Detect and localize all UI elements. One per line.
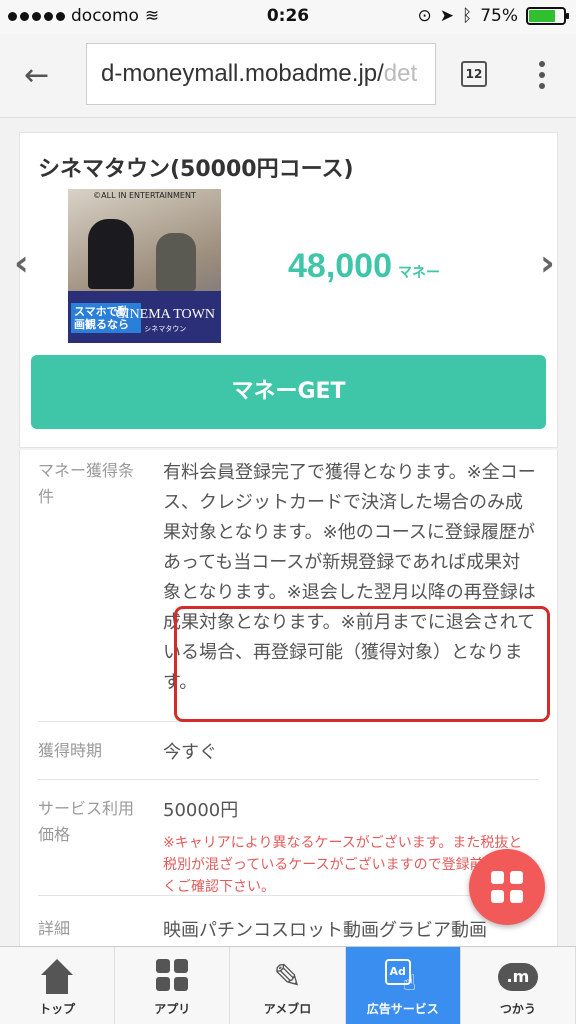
back-arrow-icon[interactable]: ← bbox=[24, 58, 64, 94]
chevron-right-icon[interactable]: › bbox=[540, 246, 562, 282]
detail-value: 今すぐ bbox=[163, 742, 217, 763]
banner-brand-kana: シネマタウン bbox=[144, 325, 187, 333]
detail-label: 獲得時期 bbox=[38, 741, 103, 760]
grid-icon bbox=[491, 871, 523, 903]
bluetooth-icon: ᛒ bbox=[462, 6, 473, 26]
apps-icon bbox=[154, 959, 190, 995]
price-value: 50000円 bbox=[163, 800, 239, 821]
banner-figure-girl bbox=[88, 219, 134, 289]
offer-card: シネマタウン(50000円コース) ©ALL IN ENTERTAINMENT … bbox=[19, 132, 558, 448]
detail-label: サービス利用価格 bbox=[38, 799, 135, 844]
nav-item-ad-service[interactable]: Ad ☝ 広告サービス bbox=[345, 947, 461, 1024]
pencil-icon: ✎ bbox=[273, 957, 302, 997]
home-icon bbox=[39, 959, 75, 995]
battery-percent: 75% bbox=[480, 6, 518, 26]
browser-toolbar: ← d-moneymall.mobadme.jp/det 12 bbox=[0, 34, 576, 118]
overflow-menu-icon[interactable] bbox=[530, 58, 554, 92]
battery-icon bbox=[526, 7, 569, 25]
bottom-nav: トップ アプリ ✎ アメブロ Ad ☝ 広告サービス .m つかう bbox=[0, 946, 576, 1024]
nav-item-apps[interactable]: アプリ bbox=[115, 947, 231, 1024]
banner-copyright: ©ALL IN ENTERTAINMENT bbox=[93, 191, 196, 200]
nav-item-ameblo[interactable]: ✎ アメブロ bbox=[230, 947, 346, 1024]
rotation-lock-icon: ⊙ bbox=[417, 6, 432, 26]
ad-touch-icon: Ad ☝ bbox=[384, 959, 421, 996]
nav-item-top[interactable]: トップ bbox=[0, 947, 116, 1024]
money-get-button[interactable]: マネーGET bbox=[31, 355, 546, 429]
nav-label: アプリ bbox=[154, 1002, 191, 1016]
money-coin-icon: .m bbox=[497, 959, 538, 995]
reward-amount-value: 48,000 bbox=[288, 247, 392, 285]
reward-amount-unit: マネー bbox=[398, 265, 440, 281]
detail-row-price: サービス利用価格 50000円 ※キャリアにより異なるケースがございます。また税… bbox=[38, 780, 538, 896]
nav-label: つかう bbox=[499, 1002, 536, 1016]
url-text-faded: det bbox=[383, 60, 418, 87]
detail-row-condition: マネー獲得条件 有料会員登録完了で獲得となります。※全コース、クレジットカードで… bbox=[38, 458, 550, 722]
url-field[interactable]: d-moneymall.mobadme.jp/det bbox=[86, 43, 436, 105]
detail-value: 映画パチンコスロット動画グラビア動画 bbox=[163, 920, 487, 941]
banner-brand: CINEMA TOWN シネマタウン bbox=[116, 307, 215, 337]
tab-count-button[interactable]: 12 bbox=[461, 61, 487, 87]
nav-item-use[interactable]: .m つかう bbox=[461, 947, 576, 1024]
location-icon: ➤ bbox=[439, 6, 454, 26]
offer-banner-image[interactable]: ©ALL IN ENTERTAINMENT スマホで動画観るなら CINEMA … bbox=[68, 189, 221, 343]
url-text: d-moneymall.mobadme.jp/ bbox=[101, 60, 384, 87]
nav-label: トップ bbox=[39, 1002, 76, 1016]
chevron-left-icon[interactable]: ‹ bbox=[14, 246, 36, 282]
detail-label: 詳細 bbox=[38, 919, 71, 938]
banner-figure-man bbox=[156, 233, 196, 291]
banner-brand-name: CINEMA TOWN bbox=[115, 307, 215, 322]
nav-label: 広告サービス bbox=[366, 1002, 439, 1016]
status-bar: docomo ≋ 0:26 ⊙ ➤ ᛒ 75% bbox=[0, 0, 576, 34]
nav-label: アメブロ bbox=[263, 1002, 312, 1016]
detail-row-timing: 獲得時期 今すぐ bbox=[38, 722, 538, 780]
highlight-box bbox=[174, 606, 550, 722]
reward-amount: 48,000 マネー bbox=[288, 247, 440, 286]
detail-label: マネー獲得条件 bbox=[38, 461, 135, 506]
offer-title: シネマタウン(50000円コース) bbox=[38, 157, 354, 182]
floating-menu-button[interactable] bbox=[469, 849, 545, 925]
